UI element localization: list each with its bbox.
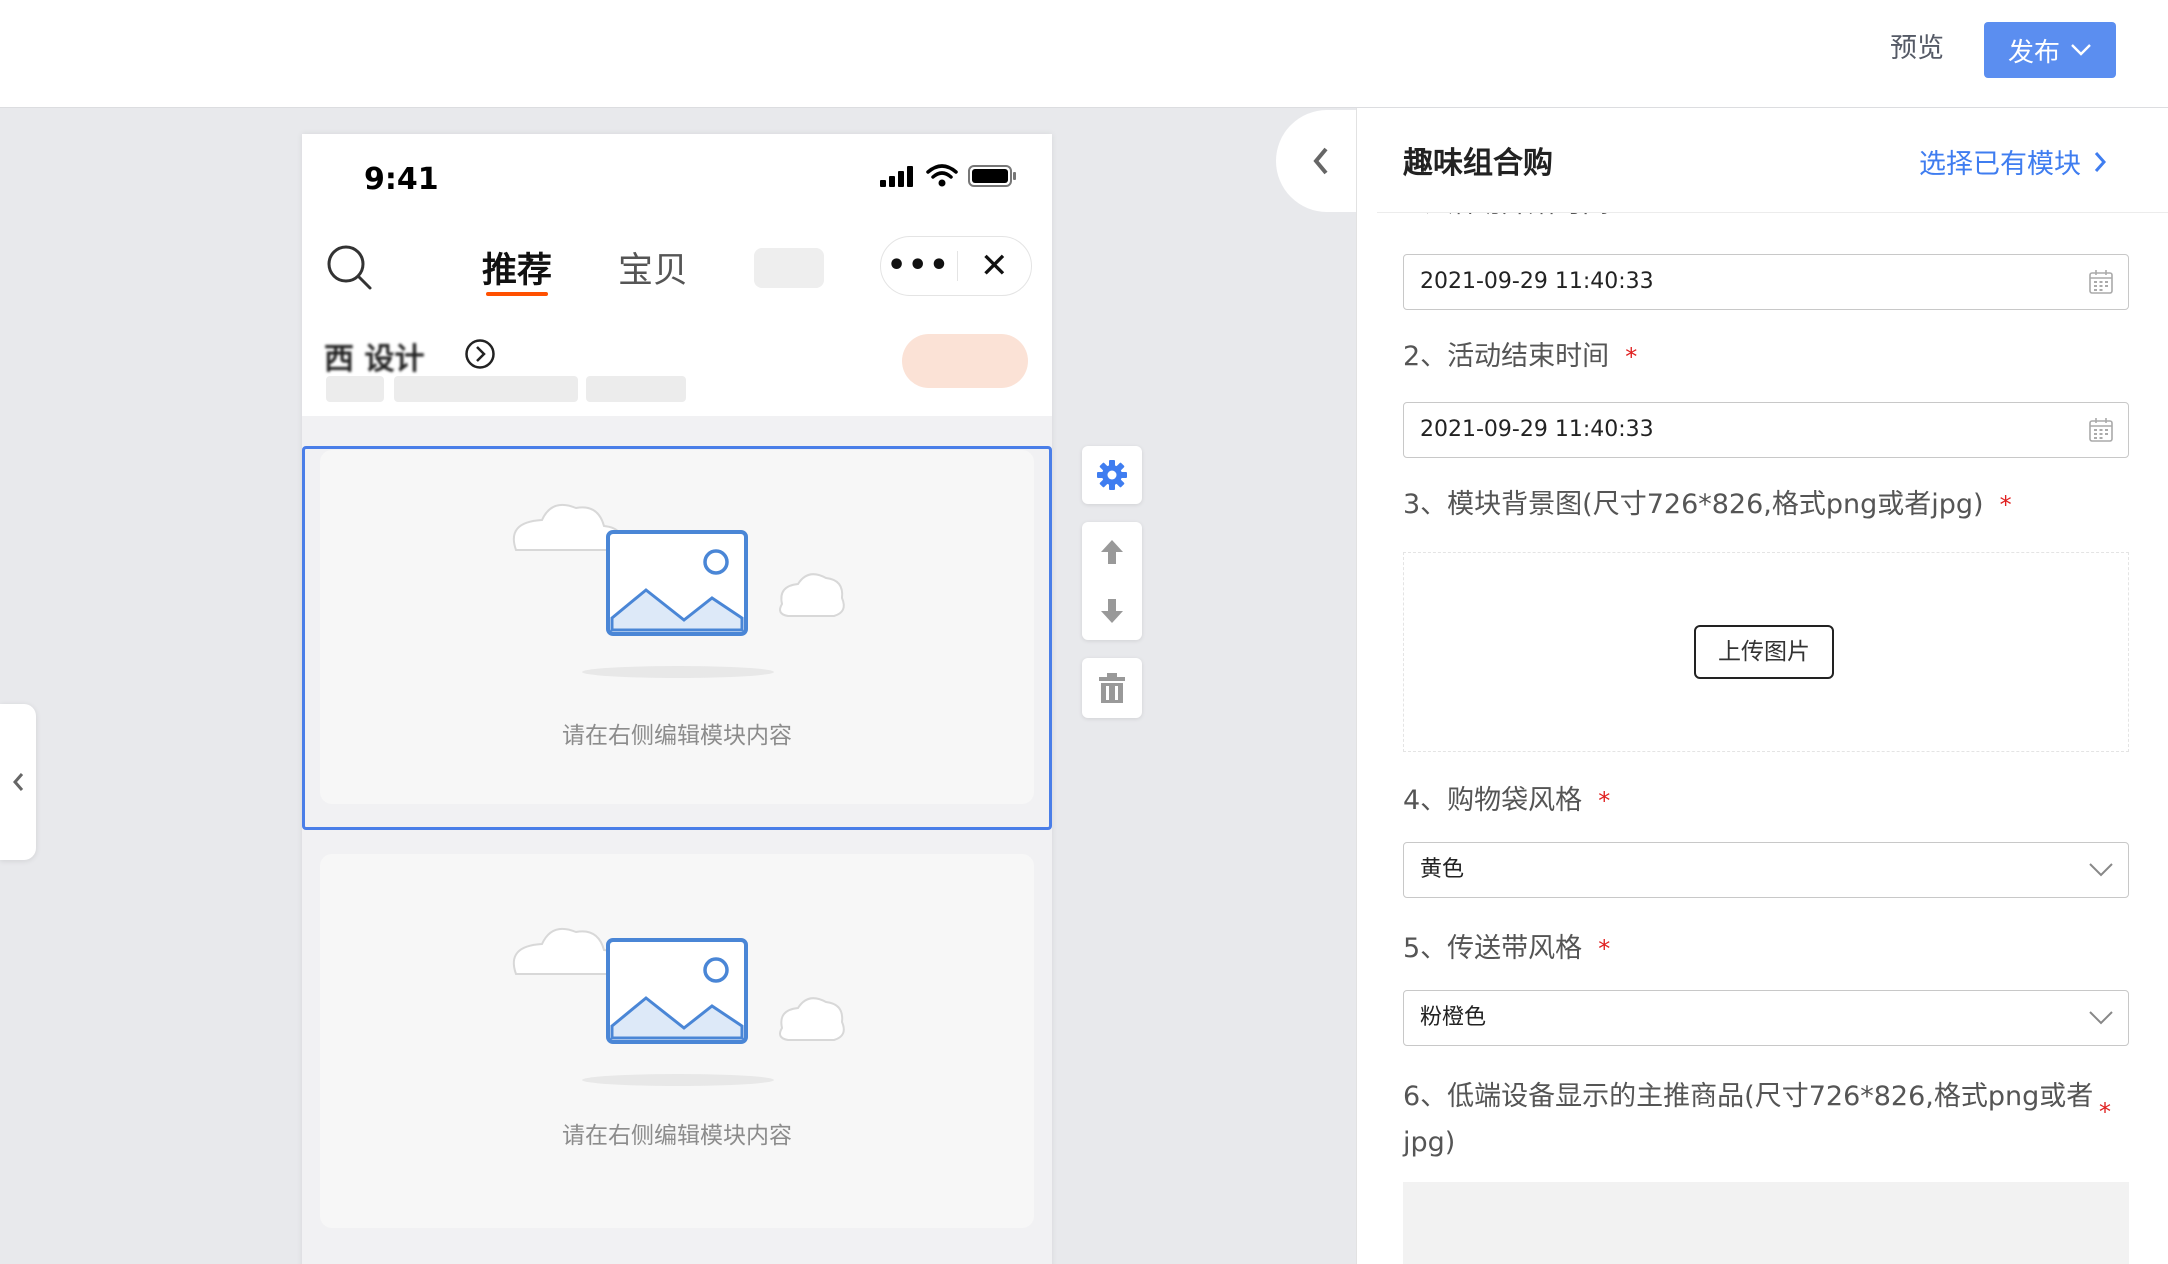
select-existing-module-link[interactable]: 选择已有模块 [1919,142,2107,181]
low-end-upload-area[interactable] [1403,1182,2129,1264]
module-card[interactable]: 请在右侧编辑模块内容 [320,854,1034,1228]
panel-header: 趣味组合购 选择已有模块 [1357,108,2168,212]
required-mark: * [1999,491,2012,519]
phone-header: 9:41 推荐 宝贝 ••• ✕ 西 设计 [302,134,1052,416]
required-mark: * [2099,1098,2111,1126]
chevron-right-icon [2094,151,2107,172]
required-mark: * [1598,787,1611,815]
gear-icon [1097,460,1127,490]
tab-placeholder [754,248,824,288]
shop-name: 西 设计 [324,342,425,377]
panel-divider [1377,212,2168,213]
status-time: 9:41 [364,162,439,197]
battery-icon [968,165,1016,187]
panel-title: 趣味组合购 [1403,146,1553,181]
close-button[interactable]: ✕ [958,246,1032,286]
module-delete-button[interactable] [1082,658,1142,718]
top-toolbar: 预览 发布 [0,0,2168,108]
module-settings-button[interactable] [1082,446,1142,504]
end-time-value: 2021-09-29 11:40:33 [1420,417,1654,442]
chevron-down-icon [2071,44,2091,56]
follow-button[interactable] [902,334,1028,388]
bag-style-value: 黄色 [1420,857,1465,882]
more-button[interactable]: ••• [881,246,957,286]
belt-style-select[interactable]: 粉橙色 [1403,990,2129,1046]
trash-icon [1099,673,1125,703]
publish-label: 发布 [2007,37,2060,68]
upload-image-button[interactable]: 上传图片 [1694,625,1834,679]
status-icons [880,164,1018,188]
arrow-down-icon[interactable] [1099,597,1125,625]
tab-items[interactable]: 宝贝 [618,242,688,293]
signal-icon [880,166,913,187]
search-icon[interactable] [326,244,374,292]
end-time-label-text: 2、活动结束时间 [1403,341,1610,372]
calendar-icon[interactable] [2088,417,2114,443]
shop-info-placeholder [586,376,686,402]
field-label-low-end-product-cont: jpg) [1403,1127,1456,1158]
left-panel-toggle[interactable] [0,704,36,860]
selected-module-outline [302,446,1052,830]
chevron-down-icon [2089,863,2113,877]
required-mark: * [1625,343,1638,371]
mini-app-capsule: ••• ✕ [880,236,1032,296]
bag-style-label-text: 4、购物袋风格 [1403,785,1583,816]
required-mark: * [1598,935,1611,963]
start-time-value: 2021-09-29 11:40:33 [1420,269,1654,294]
field-label-end-time: 2、活动结束时间 * [1403,334,1637,380]
select-module-label: 选择已有模块 [1919,149,2081,180]
belt-style-label-text: 5、传送带风格 [1403,933,1583,964]
background-label-text: 3、模块背景图(尺寸726*826,格式png或者jpg) [1403,489,1984,520]
calendar-icon[interactable] [2088,269,2114,295]
panel-collapse-button[interactable] [1276,110,1358,212]
chevron-down-icon [2089,1011,2113,1025]
field-label-belt-style: 5、传送带风格 * [1403,926,1610,972]
field-label-background: 3、模块背景图(尺寸726*826,格式png或者jpg) * [1403,482,2012,528]
module-move-controls [1082,522,1142,640]
tab-recommend[interactable]: 推荐 [482,242,552,293]
bag-style-select[interactable]: 黄色 [1403,842,2129,898]
field-label-low-end-product: 6、低端设备显示的主推商品(尺寸726*826,格式png或者 [1403,1081,2094,1112]
start-time-input[interactable]: 2021-09-29 11:40:33 [1403,254,2129,310]
field-label-bag-style: 4、购物袋风格 * [1403,778,1610,824]
wifi-icon [926,164,958,187]
shop-info-placeholder [326,376,384,402]
belt-style-value: 粉橙色 [1420,1005,1487,1030]
module-placeholder-text: 请在右侧编辑模块内容 [562,1123,792,1149]
arrow-up-icon[interactable] [1099,538,1125,566]
chevron-left-icon [13,773,24,791]
shop-info-placeholder [394,376,578,402]
publish-button[interactable]: 发布 [1984,22,2116,78]
chevron-left-icon [1313,147,1328,175]
settings-panel: 1、活动开始时间 趣味组合购 选择已有模块 2021-09-29 11:40:3… [1356,108,2168,1264]
circle-arrow-icon[interactable] [464,338,496,370]
end-time-input[interactable]: 2021-09-29 11:40:33 [1403,402,2129,458]
tab-active-underline [486,292,548,296]
preview-button[interactable]: 预览 [1890,28,1944,70]
background-upload-area: 上传图片 [1403,552,2129,752]
